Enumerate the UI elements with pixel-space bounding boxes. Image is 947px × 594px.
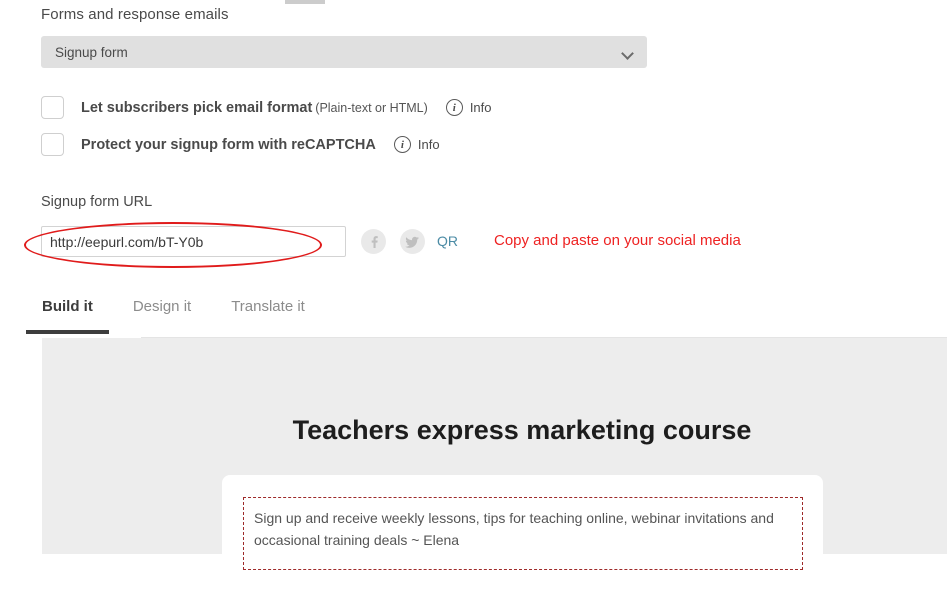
facebook-icon[interactable]: [361, 229, 386, 254]
section-title: Forms and response emails: [41, 6, 229, 23]
preview-description-text: Sign up and receive weekly lessons, tips…: [254, 510, 774, 548]
signup-url-input[interactable]: [41, 226, 346, 257]
option-label-email-format: Let subscribers pick email format (Plain-…: [81, 100, 428, 116]
option-sublabel-text: (Plain-text or HTML): [315, 100, 428, 115]
chevron-down-icon: [622, 49, 633, 56]
signup-url-label: Signup form URL: [41, 194, 153, 210]
tab-translate-it[interactable]: Translate it: [231, 298, 305, 334]
preview-description-field[interactable]: Sign up and receive weekly lessons, tips…: [243, 497, 803, 570]
info-circle-icon: i: [445, 99, 463, 116]
tab-build-it[interactable]: Build it: [26, 298, 109, 334]
form-type-select-value: Signup form: [55, 44, 128, 60]
option-label-text: Let subscribers pick email format: [81, 99, 313, 116]
form-preview-panel: Teachers express marketing course Sign u…: [42, 338, 947, 594]
info-link-email-format[interactable]: i Info: [445, 99, 492, 116]
form-type-select[interactable]: Signup form: [41, 36, 647, 68]
preview-form-title[interactable]: Teachers express marketing course: [222, 415, 822, 446]
preview-form-card: Sign up and receive weekly lessons, tips…: [222, 475, 823, 594]
tab-design-it[interactable]: Design it: [133, 298, 191, 334]
cutoff-element-stub: [285, 0, 325, 4]
twitter-icon[interactable]: [400, 229, 425, 254]
option-label-recaptcha: Protect your signup form with reCAPTCHA: [81, 137, 376, 153]
annotation-note-text: Copy and paste on your social media: [494, 232, 741, 249]
info-link-recaptcha[interactable]: i Info: [393, 136, 440, 153]
option-row-email-format: Let subscribers pick email format (Plain-…: [41, 96, 492, 119]
form-editor-tabs: Build it Design it Translate it: [26, 298, 305, 334]
checkbox-email-format[interactable]: [41, 96, 64, 119]
qr-link[interactable]: QR: [437, 233, 458, 249]
option-label-text: Protect your signup form with reCAPTCHA: [81, 136, 376, 153]
option-row-recaptcha: Protect your signup form with reCAPTCHA …: [41, 133, 440, 156]
info-label: Info: [417, 137, 440, 152]
info-label: Info: [469, 100, 492, 115]
checkbox-recaptcha[interactable]: [41, 133, 64, 156]
info-circle-icon: i: [393, 136, 411, 153]
